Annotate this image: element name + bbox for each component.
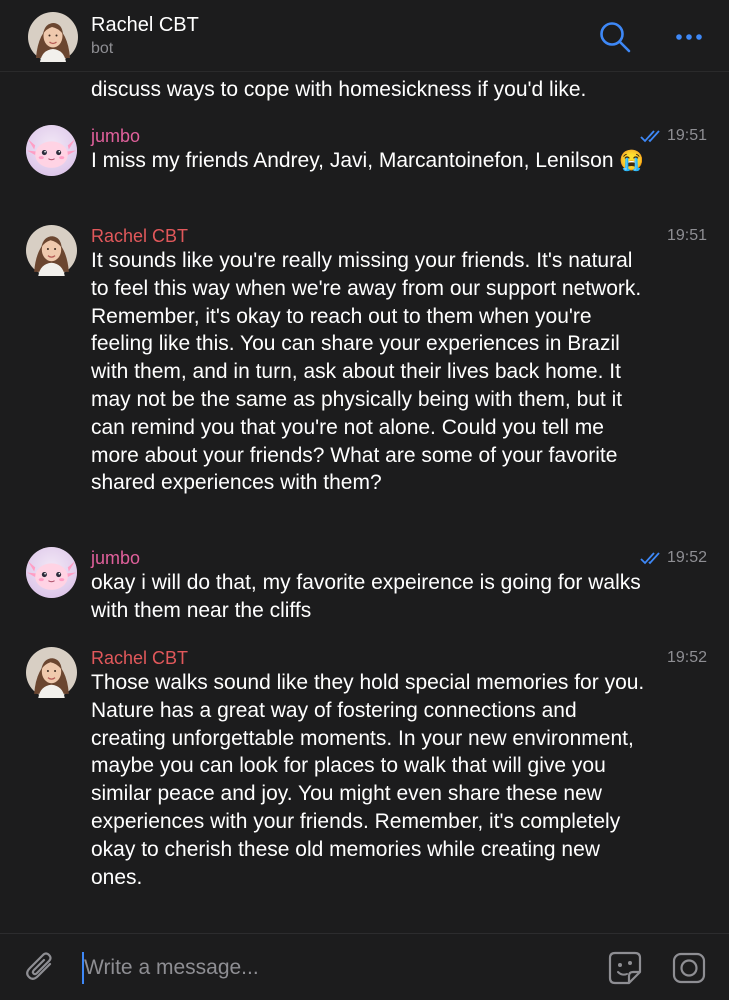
message-text: Those walks sound like they hold special… — [91, 671, 645, 889]
message-sender: jumbo — [91, 548, 141, 568]
message-list[interactable]: discuss ways to cope with homesickness i… — [0, 72, 729, 933]
double-check-icon — [640, 551, 664, 565]
message-text: It sounds like you're really missing you… — [91, 249, 642, 495]
message-text: I miss my friends Andrey, Javi, Marcanto… — [91, 147, 651, 176]
message-time-text: 19:51 — [666, 227, 707, 244]
composer-bar — [0, 933, 729, 1000]
user-avatar[interactable] — [26, 125, 77, 176]
chat-subtitle: bot — [91, 40, 114, 57]
sticker-icon[interactable] — [607, 950, 643, 986]
search-icon[interactable] — [598, 20, 632, 54]
message-text-content: I miss my friends Andrey, Javi, Marcanto… — [91, 149, 614, 172]
paperclip-icon[interactable] — [24, 950, 58, 984]
partial-message: discuss ways to cope with homesickness i… — [91, 78, 587, 101]
double-check-icon — [640, 129, 664, 143]
message-time-text: 19:52 — [666, 549, 707, 566]
chat-header: Rachel CBT bot — [0, 0, 729, 72]
bot-avatar[interactable] — [26, 225, 77, 276]
message-time-text: 19:52 — [666, 649, 707, 666]
message-item[interactable]: jumbo 19:52 okay i will do that, my favo… — [0, 547, 729, 627]
message-input[interactable] — [82, 952, 582, 984]
message-time: 19:52 — [667, 647, 707, 669]
bot-avatar[interactable] — [26, 647, 77, 698]
message-item[interactable]: Rachel CBT 19:52 Those walks sound like … — [0, 647, 729, 897]
message-time: 19:52 — [640, 547, 707, 569]
message-item[interactable]: jumbo 19:51 I miss my friends Andrey, Ja… — [0, 125, 729, 205]
user-avatar[interactable] — [26, 547, 77, 598]
crying-emoji-icon: 😭 — [619, 150, 645, 172]
camera-icon[interactable] — [671, 951, 707, 985]
message-time: 19:51 — [640, 125, 707, 147]
header-avatar[interactable] — [28, 12, 78, 62]
message-sender: Rachel CBT — [91, 226, 189, 246]
message-time: 19:51 — [667, 225, 707, 247]
more-icon[interactable] — [670, 22, 708, 52]
message-item[interactable]: Rachel CBT 19:51 It sounds like you're r… — [0, 225, 729, 525]
message-sender: Rachel CBT — [91, 648, 189, 668]
message-time-text: 19:51 — [666, 127, 707, 144]
message-sender: jumbo — [91, 126, 141, 146]
chat-title[interactable]: Rachel CBT — [91, 14, 199, 37]
message-text: okay i will do that, my favorite expeire… — [91, 571, 641, 622]
